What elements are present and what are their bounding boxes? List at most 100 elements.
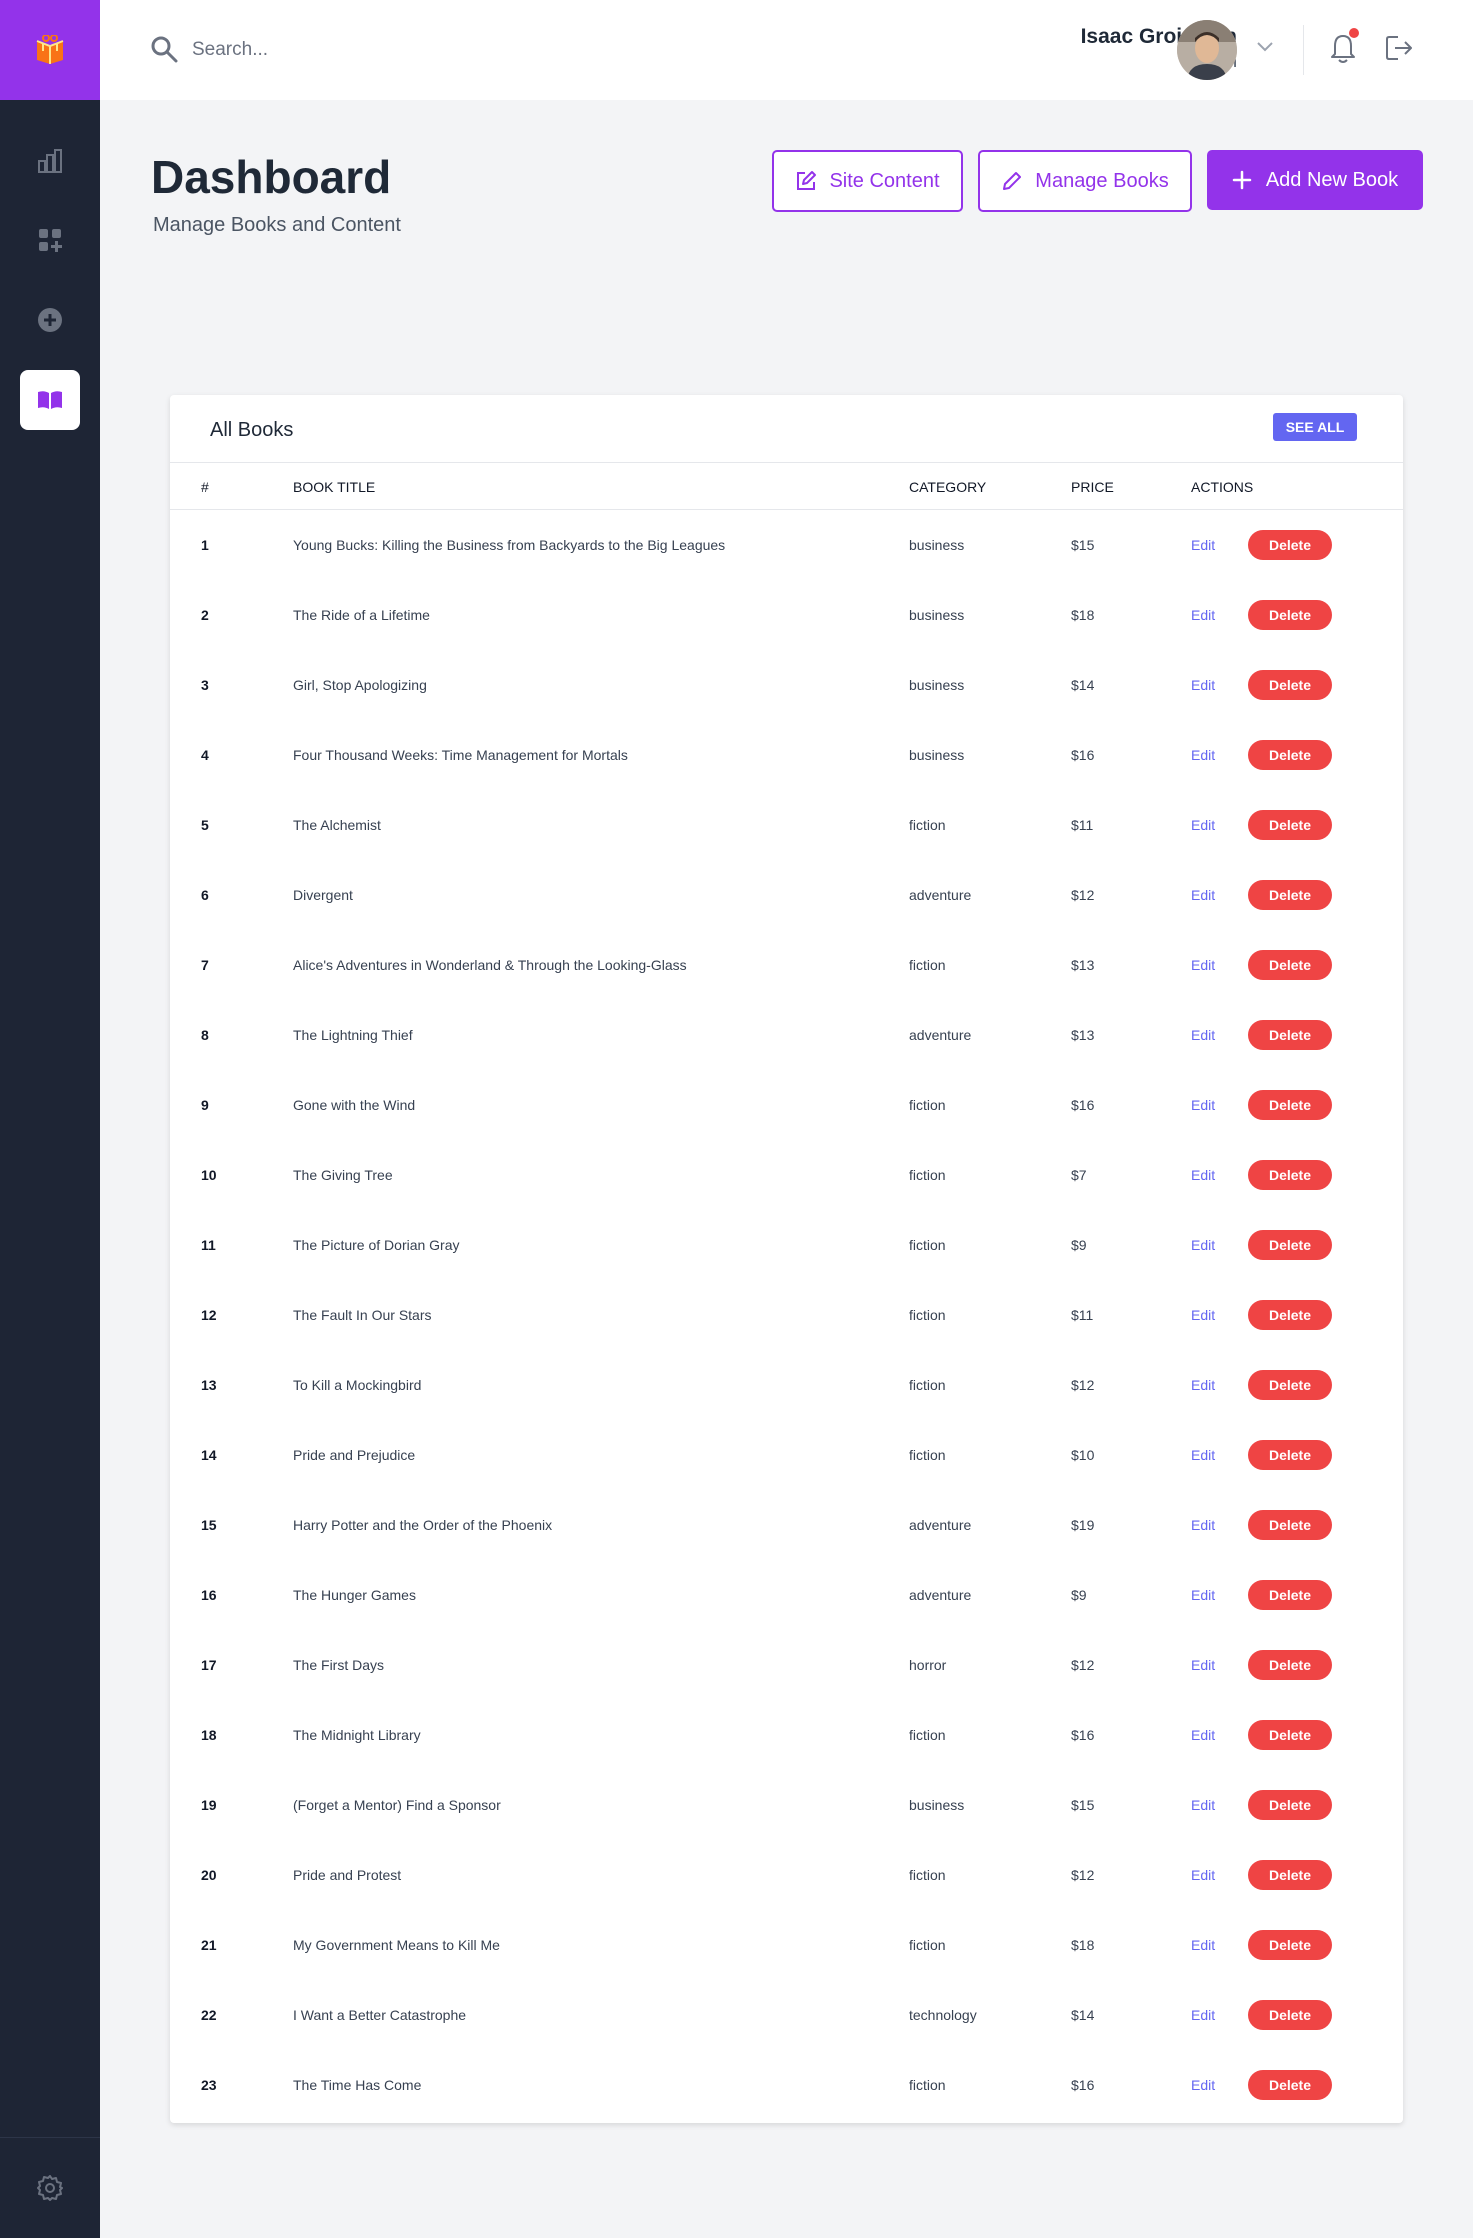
book-category: fiction (909, 817, 946, 833)
delete-button[interactable]: Delete (1248, 1440, 1332, 1470)
book-price: $11 (1071, 817, 1094, 833)
logout-icon[interactable] (1384, 34, 1414, 62)
sidebar-item-analytics[interactable] (20, 131, 80, 191)
delete-button[interactable]: Delete (1248, 1300, 1332, 1330)
edit-link[interactable]: Edit (1191, 1587, 1215, 1603)
table-row: 12 The Fault In Our Stars fiction $11 Edit De… (170, 1280, 1403, 1350)
book-title: I Want a Better Catastrophe (293, 2007, 467, 2023)
book-category: fiction (909, 1867, 946, 1883)
see-all-button[interactable]: SEE ALL (1273, 413, 1357, 441)
edit-link[interactable]: Edit (1191, 817, 1215, 833)
edit-link[interactable]: Edit (1191, 1307, 1215, 1323)
book-title: Pride and Protest (293, 1867, 402, 1883)
edit-link[interactable]: Edit (1191, 1727, 1215, 1743)
sidebar-item-settings[interactable] (20, 2158, 80, 2218)
table-row: 21 My Government Means to Kill Me fiction $… (170, 1910, 1403, 1980)
search-input[interactable] (192, 32, 592, 68)
book-category: horror (909, 1657, 947, 1673)
chevron-down-icon[interactable] (1255, 40, 1275, 54)
delete-button[interactable]: Delete (1248, 950, 1332, 980)
edit-link[interactable]: Edit (1191, 1867, 1215, 1883)
delete-button[interactable]: Delete (1248, 670, 1332, 700)
book-price: $16 (1071, 747, 1095, 763)
row-number: 14 (201, 1447, 217, 1463)
delete-button[interactable]: Delete (1248, 1090, 1332, 1120)
book-price: $15 (1071, 1797, 1095, 1813)
avatar[interactable] (1177, 20, 1237, 80)
book-price: $18 (1071, 1937, 1095, 1953)
row-number: 11 (201, 1237, 216, 1253)
sidebar-item-apps[interactable] (20, 210, 80, 270)
book-price: $12 (1071, 1377, 1095, 1393)
delete-button[interactable]: Delete (1248, 1230, 1332, 1260)
delete-button[interactable]: Delete (1248, 1650, 1332, 1680)
row-number: 3 (201, 677, 209, 693)
bar-chart-icon (38, 149, 62, 173)
delete-button[interactable]: Delete (1248, 600, 1332, 630)
edit-link[interactable]: Edit (1191, 887, 1215, 903)
edit-link[interactable]: Edit (1191, 1447, 1215, 1463)
add-new-book-button[interactable]: Add New Book (1207, 150, 1423, 210)
edit-link[interactable]: Edit (1191, 1237, 1215, 1253)
edit-link[interactable]: Edit (1191, 1027, 1215, 1043)
row-number: 10 (201, 1167, 217, 1183)
sidebar-item-books[interactable] (20, 370, 80, 430)
delete-button[interactable]: Delete (1248, 1510, 1332, 1540)
delete-button[interactable]: Delete (1248, 1020, 1332, 1050)
open-book-icon (38, 391, 62, 409)
edit-link[interactable]: Edit (1191, 747, 1215, 763)
delete-button[interactable]: Delete (1248, 1790, 1332, 1820)
edit-link[interactable]: Edit (1191, 537, 1215, 553)
edit-link[interactable]: Edit (1191, 2007, 1215, 2023)
pencil-icon (1003, 172, 1022, 190)
edit-link[interactable]: Edit (1191, 677, 1215, 693)
table-row: 14 Pride and Prejudice fiction $10 Edit Delet… (170, 1420, 1403, 1490)
delete-button[interactable]: Delete (1248, 1160, 1332, 1190)
row-number: 16 (201, 1587, 217, 1603)
edit-link[interactable]: Edit (1191, 1377, 1215, 1393)
edit-link[interactable]: Edit (1191, 1097, 1215, 1113)
sidebar-item-add[interactable] (20, 290, 80, 350)
delete-button[interactable]: Delete (1248, 740, 1332, 770)
manage-books-label: Manage Books (1035, 169, 1169, 192)
delete-button[interactable]: Delete (1248, 1930, 1332, 1960)
book-title: The Giving Tree (293, 1167, 393, 1183)
book-price: $9 (1071, 1587, 1087, 1603)
edit-link[interactable]: Edit (1191, 957, 1215, 973)
column-header-price: Price (1071, 479, 1114, 495)
table-row: 17 The First Days horror $12 Edit Delete (170, 1630, 1403, 1700)
edit-link[interactable]: Edit (1191, 1937, 1215, 1953)
book-category: adventure (909, 1517, 972, 1533)
row-number: 19 (201, 1797, 217, 1813)
delete-button[interactable]: Delete (1248, 1860, 1332, 1890)
apps-add-icon (39, 229, 62, 252)
delete-button[interactable]: Delete (1248, 530, 1332, 560)
top-bar: Isaac Groisman Admin (100, 0, 1473, 100)
edit-square-icon (797, 171, 817, 190)
edit-link[interactable]: Edit (1191, 1167, 1215, 1183)
row-number: 5 (201, 817, 209, 833)
edit-link[interactable]: Edit (1191, 2077, 1215, 2093)
delete-button[interactable]: Delete (1248, 2000, 1332, 2030)
edit-link[interactable]: Edit (1191, 1657, 1215, 1673)
manage-books-button[interactable]: Manage Books (978, 150, 1192, 212)
table-row: 13 To Kill a Mockingbird fiction $12 Edit Del… (170, 1350, 1403, 1420)
book-price: $12 (1071, 1657, 1095, 1673)
edit-link[interactable]: Edit (1191, 1797, 1215, 1813)
book-category: business (909, 747, 965, 763)
site-content-button[interactable]: Site Content (772, 150, 963, 212)
row-number: 22 (201, 2007, 217, 2023)
app-logo[interactable] (0, 0, 100, 100)
delete-button[interactable]: Delete (1248, 2070, 1332, 2100)
book-category: business (909, 607, 965, 623)
row-number: 2 (201, 607, 209, 623)
delete-button[interactable]: Delete (1248, 880, 1332, 910)
table-row: 8 The Lightning Thief adventure $13 Edit Dele… (170, 1000, 1403, 1070)
table-row: 18 The Midnight Library fiction $16 Edit Dele… (170, 1700, 1403, 1770)
delete-button[interactable]: Delete (1248, 1370, 1332, 1400)
delete-button[interactable]: Delete (1248, 1720, 1332, 1750)
delete-button[interactable]: Delete (1248, 810, 1332, 840)
delete-button[interactable]: Delete (1248, 1580, 1332, 1610)
edit-link[interactable]: Edit (1191, 607, 1215, 623)
edit-link[interactable]: Edit (1191, 1517, 1215, 1533)
